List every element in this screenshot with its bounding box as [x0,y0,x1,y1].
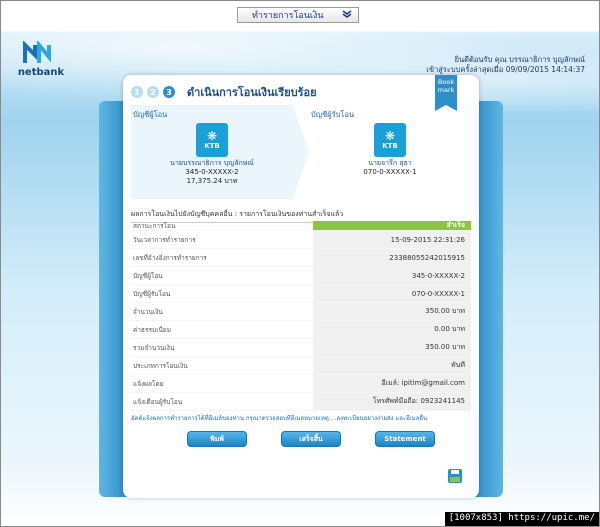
row-label: รวมจำนวนเงิน [133,343,175,352]
netbank-logo-icon [21,41,61,65]
step-1: 1 [131,86,143,98]
statement-button[interactable]: Statement [375,431,435,447]
chevron-down-icon [342,9,352,22]
to-bank-name: KTB [382,142,398,150]
row-label: แจ้งเตือนผู้รับโอน [133,397,183,406]
to-account-label: บัญชีผู้รับโอน [311,110,355,119]
to-account-number: 070-0-XXXXX-1 [363,168,417,176]
table-row: แจ้งเตือนผู้รับโอน โทรศัพท์มือถือ: 09232… [131,393,471,411]
done-button[interactable]: เสร็จสิ้น [281,431,341,447]
row-label: จำนวนเงิน [133,307,163,316]
save-icon[interactable] [447,468,463,484]
row-value: โทรศัพท์มือถือ: 0923241145 [313,393,471,410]
row-label: บัญชีผู้รับโอน [133,289,171,298]
bookmark-line1: Book [437,78,455,86]
table-row: บัญชีผู้รับโอน 070-0-XXXXX-1 [131,285,471,303]
step-3: 3 [163,86,175,98]
from-account: ❋ KTB นายบรรณาธิการ บุญลักษณ์ 345-0-XXXX… [131,123,293,186]
greeting-line2: เข้าสู่ระบบครั้งล่าสุดเมื่อ 09/09/2015 1… [426,65,585,74]
row-label: เลขที่อ้างอิงการทำรายการ [133,253,207,262]
row-value: 23388055242015915 [313,249,471,266]
row-value: 15-09-2015 22:31:26 [313,231,471,248]
image-watermark: [1007x853] https://upic.me/ [444,512,599,526]
to-account-box: บัญชีผู้รับโอน ❋ KTB นายจารึก สุธา 070-0… [309,105,471,199]
notification-note: อัตต์แจ้งผลการทำรายการได้ที่อีเมล์ของท่า… [131,415,428,422]
row-value: 350.00 บาท [313,303,471,320]
table-row: บัญชีผู้โอน 345-0-XXXXX-2 [131,267,471,285]
print-button[interactable]: พิมพ์ [187,431,247,447]
step-indicator: 1 2 3 ดำเนินการโอนเงินเรียบร้อย [131,83,317,101]
row-label: ประเภทการโอนเงิน [133,361,188,370]
row-value: 350.00 บาท [313,339,471,356]
right-side-panel [475,101,503,497]
row-label: สถานะการโอน [133,221,176,230]
greeting-line1: ยินดีต้อนรับ คุณ บรรณาธิการ บุญลักษณ์ [454,55,585,64]
transfer-summary: บัญชีผู้โอน ❋ KTB นายบรรณาธิการ บุญลักษณ… [131,105,471,199]
table-row: ประเภทการโอนเงิน ทันที [131,357,471,375]
to-account-name: นายจารึก สุธา [368,159,412,167]
from-account-label: บัญชีผู้โอน [133,110,168,119]
table-row: แจ้งผลโดย อีเมล์: ipitim@gmail.com [131,375,471,393]
netbank-logo: netbank [17,41,65,81]
from-account-balance: 17,375.24 บาท [186,177,238,185]
ktb-bank-icon: ❋ KTB [196,123,228,157]
transfer-arrow [293,105,309,199]
transaction-dropdown-label: ทำรายการโอนเงิน [252,11,324,21]
step-2: 2 [147,86,159,98]
result-table: สถานะการโอน สำเร็จ วันเวลาการทำรายการ 15… [131,221,471,411]
status-badge: สำเร็จ [313,221,471,230]
row-value: อีเมล์: ipitim@gmail.com [313,375,471,392]
row-value: 345-0-XXXXX-2 [313,267,471,284]
table-row: เลขที่อ้างอิงการทำรายการ 233880552420159… [131,249,471,267]
row-label: วันเวลาการทำรายการ [133,235,196,244]
bookmark-line2: mark [437,86,455,94]
user-greeting: ยินดีต้อนรับ คุณ บรรณาธิการ บุญลักษณ์ เข… [426,55,585,75]
table-row: จำนวนเงิน 350.00 บาท [131,303,471,321]
ktb-bank-icon: ❋ KTB [374,123,406,157]
from-account-box: บัญชีผู้โอน ❋ KTB นายบรรณาธิการ บุญลักษณ… [131,105,293,199]
row-value: ทันที [313,357,471,374]
page-title: ดำเนินการโอนเงินเรียบร้อย [187,86,317,99]
table-row: สถานะการโอน สำเร็จ [131,221,471,231]
row-value: 0.00 บาท [313,321,471,338]
row-label: ค่าธรรมเนียม [133,325,171,334]
table-row: ค่าธรรมเนียม 0.00 บาท [131,321,471,339]
table-row: วันเวลาการทำรายการ 15-09-2015 22:31:26 [131,231,471,249]
to-account: ❋ KTB นายจารึก สุธา 070-0-XXXXX-1 [309,123,471,177]
transaction-dropdown[interactable]: ทำรายการโอนเงิน [237,7,359,23]
action-buttons: พิมพ์ เสร็จสิ้น Statement [187,431,435,447]
page-frame: ทำรายการโอนเงิน netbank ยินดีต้อนรับ คุณ… [0,0,600,527]
bookmark-button[interactable]: Book mark [435,75,457,111]
from-account-name: นายบรรณาธิการ บุญลักษณ์ [170,159,254,167]
from-bank-name: KTB [204,142,220,150]
logo-text: netbank [17,67,65,78]
from-account-number: 345-0-XXXXX-2 [185,168,239,176]
row-label: บัญชีผู้โอน [133,271,163,280]
row-label: แจ้งผลโดย [133,379,164,388]
table-row: รวมจำนวนเงิน 350.00 บาท [131,339,471,357]
transfer-result-card: 1 2 3 ดำเนินการโอนเงินเรียบร้อย Book mar… [123,75,479,498]
row-value: 070-0-XXXXX-1 [313,285,471,302]
